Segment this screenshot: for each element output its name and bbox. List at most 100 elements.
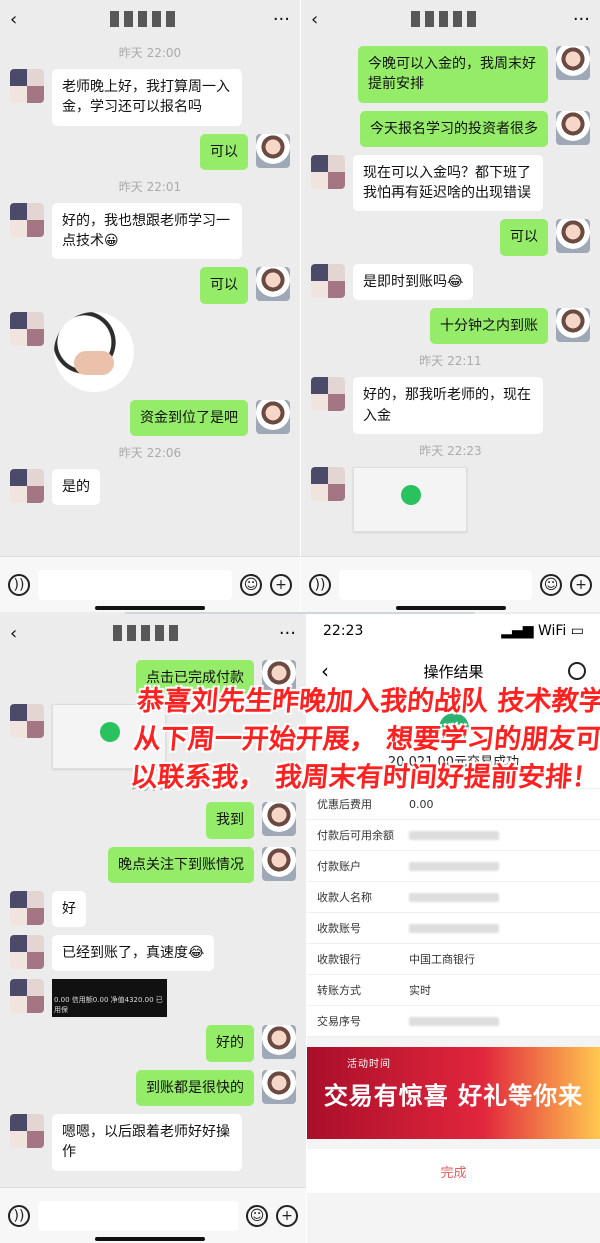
- chat-header: ‹ ···: [0, 614, 306, 652]
- receipt-row: 交易序号: [307, 1006, 600, 1037]
- back-icon[interactable]: ‹: [10, 623, 17, 644]
- emoji-icon[interactable]: ☺: [240, 573, 262, 596]
- message-row-right: 可以: [10, 267, 290, 304]
- panda-sticker[interactable]: [54, 311, 134, 392]
- payment-image-thumbnail[interactable]: [353, 466, 467, 532]
- message-row-left: 现在可以入金吗？都下班了我怕再有延迟啥的出现错误: [311, 154, 590, 212]
- message-row-left: 好: [10, 890, 296, 928]
- message-row-right: 今天报名学习的投资者很多: [311, 110, 590, 147]
- avatar: [556, 308, 590, 343]
- receipt-label: 付款后可用余额: [317, 829, 394, 842]
- avatar: [10, 979, 44, 1014]
- message-bubble: 好的，我也想跟老师学习一点技术😀: [52, 202, 242, 260]
- sticker-message: [10, 311, 290, 392]
- receipt-label: 转账方式: [317, 984, 361, 997]
- message-bubble: 是即时到账吗😂: [353, 263, 474, 301]
- message-row-left: 好的，那我听老师的，现在入金: [311, 377, 590, 434]
- message-row-left: 好的，我也想跟老师学习一点技术😀: [10, 202, 290, 260]
- chat-title: [110, 11, 181, 27]
- status-bar: 22:23 ▂▄▆ WiFi ▭: [307, 614, 600, 648]
- screenshot-collage: ‹ ··· 昨天 22:00 老师晚上好，我打算周一入金，学习还可以报名吗 可以…: [0, 0, 600, 1243]
- message-bubble: 现在可以入金吗？都下班了我怕再有延迟啥的出现错误: [353, 154, 543, 212]
- page-title: 操作结果: [423, 662, 484, 681]
- message-row-right: 可以: [10, 133, 290, 170]
- promo-small-text: 活动时间: [347, 1059, 391, 1070]
- more-icon[interactable]: ···: [279, 623, 296, 644]
- receipt-label: 收款人名称: [317, 891, 372, 904]
- message-bubble: 老师晚上好，我打算周一入金，学习还可以报名吗: [52, 69, 242, 126]
- plus-icon[interactable]: +: [276, 1204, 298, 1227]
- avatar: [256, 267, 290, 302]
- message-bubble: 好: [52, 890, 86, 928]
- masked-value: [409, 1016, 499, 1026]
- message-input-bar: )) ☺ +: [0, 1187, 306, 1243]
- receipt-label: 收款银行: [317, 953, 361, 966]
- timestamp: 昨天 22:01: [118, 179, 182, 194]
- back-icon[interactable]: ‹: [321, 659, 329, 683]
- masked-value: [409, 830, 499, 840]
- avatar: [556, 219, 590, 254]
- home-indicator: [396, 606, 506, 610]
- chat-title: [113, 625, 184, 641]
- receipt-row: 收款人名称: [307, 882, 600, 913]
- message-bubble: 已经到账了，真速度😂: [52, 935, 215, 972]
- back-icon[interactable]: ‹: [10, 9, 17, 30]
- customer-service-icon[interactable]: [568, 662, 586, 680]
- message-bubble: 可以: [200, 133, 248, 170]
- avatar: [311, 377, 345, 412]
- message-input[interactable]: [339, 569, 532, 600]
- voice-icon[interactable]: )): [8, 573, 30, 596]
- emoji-icon[interactable]: ☺: [246, 1204, 268, 1227]
- account-summary-image[interactable]: 0.00 信用额0.00 净值4320.00 已用保: [52, 979, 167, 1018]
- message-row-right: 好的: [10, 1025, 296, 1062]
- message-input[interactable]: [38, 569, 232, 600]
- done-button[interactable]: 完成: [307, 1149, 600, 1193]
- receipt-value: 中国工商银行: [409, 953, 475, 966]
- message-row-right: 资金到位了是吧: [10, 399, 290, 437]
- receipt-label: 交易序号: [317, 1015, 361, 1028]
- promo-banner[interactable]: 活动时间交易有惊喜 好礼等你来: [307, 1047, 600, 1139]
- overlay-caption: 恭喜刘先生昨晚加入我的战队 技术教学从下周一开始开展， 想要学习的朋友可以联系我…: [129, 686, 600, 793]
- plus-icon[interactable]: +: [570, 573, 592, 596]
- message-input[interactable]: [38, 1200, 238, 1231]
- avatar: [10, 69, 44, 103]
- message-bubble: 资金到位了是吧: [130, 399, 248, 437]
- message-bubble: 晚点关注下到账情况: [108, 846, 254, 883]
- timestamp: 昨天 22:00: [118, 46, 182, 60]
- avatar: [556, 46, 590, 80]
- avatar: [311, 466, 345, 501]
- home-indicator: [95, 606, 205, 610]
- voice-icon[interactable]: )): [8, 1204, 30, 1227]
- avatar: [10, 202, 44, 237]
- image-message: [311, 466, 590, 532]
- receipt-row: 收款账号: [307, 913, 600, 944]
- message-bubble: 今天报名学习的投资者很多: [360, 110, 548, 147]
- voice-icon[interactable]: )): [309, 573, 331, 596]
- plus-icon[interactable]: +: [270, 573, 292, 596]
- receipt-label: 优惠后费用: [317, 798, 372, 811]
- receipt-row: 付款账户: [307, 851, 600, 882]
- avatar: [256, 399, 290, 434]
- message-bubble: 嗯嗯，以后跟着老师好好操作: [52, 1114, 242, 1171]
- avatar: [10, 469, 44, 504]
- message-bubble: 好的: [206, 1025, 254, 1062]
- receipt-row: 付款后可用余额: [307, 820, 600, 851]
- timestamp: 昨天 22:06: [118, 446, 182, 461]
- chat-panel-1: ‹ ··· 昨天 22:00 老师晚上好，我打算周一入金，学习还可以报名吗 可以…: [0, 0, 300, 612]
- more-icon[interactable]: ···: [273, 9, 290, 30]
- avatar: [311, 154, 345, 189]
- promo-text: 交易有惊喜 好礼等你来: [323, 1081, 584, 1110]
- message-bubble: 好的，那我听老师的，现在入金: [353, 377, 543, 434]
- message-row-left: 嗯嗯，以后跟着老师好好操作: [10, 1114, 296, 1171]
- back-icon[interactable]: ‹: [311, 9, 318, 30]
- message-row-left: 老师晚上好，我打算周一入金，学习还可以报名吗: [10, 69, 290, 126]
- receipt-row: 转账方式 实时: [307, 975, 600, 1006]
- emoji-icon[interactable]: ☺: [540, 573, 562, 596]
- more-icon[interactable]: ···: [573, 9, 590, 30]
- status-time: 22:23: [323, 623, 364, 639]
- chat-title: [410, 11, 481, 27]
- message-bubble: 到账都是很快的: [136, 1069, 254, 1107]
- avatar: [10, 1114, 44, 1149]
- avatar: [311, 263, 345, 298]
- masked-value: [409, 892, 499, 902]
